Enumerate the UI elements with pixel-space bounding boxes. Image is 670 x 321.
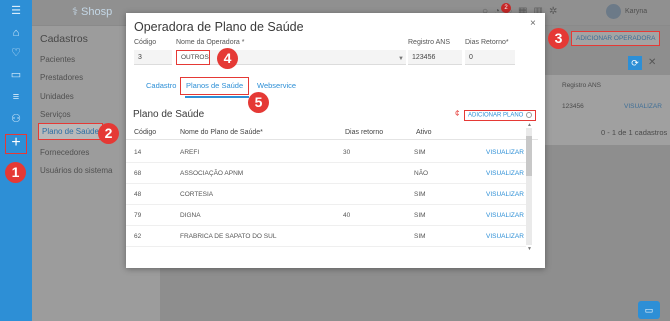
view-operator-link[interactable]: VISUALIZAR — [624, 103, 662, 110]
cell-ativo: NÃO — [414, 170, 429, 177]
sidebar-item-servicos[interactable]: Serviços — [40, 110, 71, 119]
notification-badge: 2 — [501, 3, 511, 13]
sidebar-item-fornecedores[interactable]: Fornecedores — [40, 148, 89, 157]
cell-ativo: SIM — [414, 149, 426, 156]
plus-icon[interactable]: + — [5, 134, 27, 154]
tab-webservice[interactable]: Webservice — [257, 81, 296, 90]
info-icon — [526, 112, 533, 118]
gear-icon[interactable]: ✲ — [549, 6, 563, 17]
scroll-up-icon[interactable]: ▲ — [527, 122, 532, 128]
col-codigo: Código — [134, 129, 157, 136]
app-logo[interactable]: ⚕ Shosp — [72, 5, 112, 18]
cell-ativo: SIM — [414, 233, 426, 240]
view-plan-link[interactable]: VISUALIZAR — [486, 170, 524, 177]
view-plan-link[interactable]: VISUALIZAR — [486, 191, 524, 198]
refresh-icon[interactable]: ⟳ — [628, 56, 642, 70]
pagination-text: 0 - 1 de 1 cadastros — [601, 128, 668, 137]
cell-codigo: 68 — [134, 170, 142, 177]
operator-modal: Operadora de Plano de Saúde × Código 3 N… — [126, 13, 545, 268]
sidebar-item-prestadores[interactable]: Prestadores — [40, 73, 83, 82]
close-icon[interactable]: × — [530, 18, 536, 29]
chevron-down-icon[interactable]: ▼ — [398, 56, 404, 62]
avatar — [606, 4, 621, 19]
tab-planos-de-saude[interactable]: Planos de Saúde — [180, 77, 250, 95]
codigo-label: Código — [134, 39, 157, 46]
sidebar-item-usuarios[interactable]: Usuários do sistema — [40, 166, 112, 175]
menu-icon[interactable]: ☰ — [9, 4, 23, 18]
table-row: 79 DIGNA 40 SIM VISUALIZAR — [126, 206, 526, 226]
cell-nome: DIGNA — [180, 212, 201, 219]
dias-retorno-field[interactable]: 0 — [465, 50, 515, 65]
cell-codigo: 14 — [134, 149, 142, 156]
registro-ans-label: Registro ANS — [408, 39, 451, 46]
heart-icon[interactable]: ♡ — [9, 46, 23, 60]
dias-retorno-label: Dias Retorno* — [465, 39, 509, 46]
cell-nome: CORTESIA — [180, 191, 214, 198]
cell-codigo: 48 — [134, 191, 142, 198]
col-registro-ans: Registro ANS — [562, 82, 602, 89]
callout-2: 2 — [98, 123, 119, 144]
add-plan-label: ADICIONAR PLANO — [468, 112, 524, 119]
cell-dias: 30 — [343, 149, 351, 156]
table-row: 14 AREFI 30 SIM VISUALIZAR — [126, 143, 526, 163]
home-icon[interactable]: ⌂ — [9, 26, 23, 40]
logo-icon: ⚕ — [72, 6, 78, 18]
sidebar-title: Cadastros — [40, 33, 88, 45]
nome-operadora-value[interactable]: OUTROS — [176, 50, 210, 65]
scroll-thumb[interactable] — [526, 136, 532, 176]
plans-table-header: Código Nome do Plano de Saúde* Dias reto… — [126, 126, 538, 140]
codigo-field[interactable]: 3 — [134, 50, 172, 65]
view-plan-link[interactable]: VISUALIZAR — [486, 233, 524, 240]
cell-registro-ans: 123456 — [562, 103, 584, 110]
cell-nome: FRABRICA DE SAPATO DO SUL — [180, 233, 277, 240]
cell-nome: AREFI — [180, 149, 200, 156]
cell-nome: ASSOCIAÇÃO APNM — [180, 170, 244, 177]
table-row: 62 FRABRICA DE SAPATO DO SUL SIM VISUALI… — [126, 227, 526, 247]
nome-operadora-label: Nome da Operadora * — [176, 39, 245, 46]
col-nome: Nome do Plano de Saúde* — [180, 129, 263, 136]
chat-icon[interactable]: ▭ — [638, 301, 660, 319]
user-name: Karyna — [625, 8, 648, 15]
registro-ans-field[interactable]: 123456 — [408, 50, 462, 65]
callout-3: 3 — [548, 28, 569, 49]
icon-rail: ☰ ⌂ ♡ ▭ ≡ ⚇ + — [0, 0, 32, 321]
sidebar-item-plano-de-saude[interactable]: Plano de Saúde — [38, 123, 103, 140]
nome-operadora-select[interactable] — [176, 50, 406, 65]
view-plan-link[interactable]: VISUALIZAR — [486, 149, 524, 156]
cell-codigo: 62 — [134, 233, 142, 240]
col-dias-retorno: Dias retorno — [345, 129, 384, 136]
cell-dias: 40 — [343, 212, 351, 219]
scroll-down-icon[interactable]: ▼ — [527, 246, 532, 252]
cell-ativo: SIM — [414, 212, 426, 219]
callout-1: 1 — [5, 162, 26, 183]
view-plan-link[interactable]: VISUALIZAR — [486, 212, 524, 219]
col-ativo: Ativo — [416, 129, 432, 136]
cell-ativo: SIM — [414, 191, 426, 198]
active-tab-indicator — [185, 96, 249, 98]
table-row: 68 ASSOCIAÇÃO APNM NÃO VISUALIZAR — [126, 164, 526, 184]
required-mark: ¢ — [455, 109, 460, 118]
cell-codigo: 79 — [134, 212, 142, 219]
users-icon[interactable]: ⚇ — [9, 112, 23, 126]
add-plan-button[interactable]: ADICIONAR PLANO — [464, 110, 537, 121]
table-row: 48 CORTESIA SIM VISUALIZAR — [126, 185, 526, 205]
sidebar-item-unidades[interactable]: Unidades — [40, 92, 74, 101]
callout-4: 4 — [217, 48, 238, 69]
clear-icon[interactable]: ✕ — [648, 57, 656, 68]
plans-scrollbar[interactable]: ▲ ▼ — [526, 122, 532, 252]
sidebar-item-pacientes[interactable]: Pacientes — [40, 55, 75, 64]
add-operator-button[interactable]: ADICIONAR OPERADORA — [571, 31, 661, 46]
tab-cadastro[interactable]: Cadastro — [146, 81, 176, 90]
database-icon[interactable]: ≡ — [9, 90, 23, 104]
user-menu[interactable]: Karyna — [602, 4, 647, 19]
callout-5: 5 — [248, 92, 269, 113]
logo-text: Shosp — [81, 6, 113, 18]
modal-title: Operadora de Plano de Saúde — [134, 20, 304, 34]
money-icon[interactable]: ▭ — [9, 68, 23, 82]
plans-title: Plano de Saúde — [133, 109, 205, 120]
